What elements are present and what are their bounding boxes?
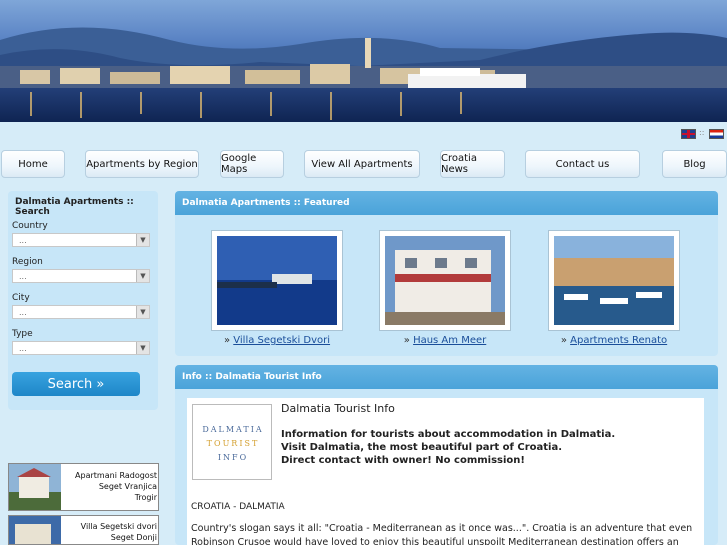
nav-view-all-apartments-button[interactable]: View All Apartments: [304, 150, 420, 178]
featured-link-villa-segetski-dvori[interactable]: Villa Segetski Dvori: [233, 335, 330, 346]
country-select-value: ...: [19, 236, 27, 245]
sea-photo: [217, 236, 337, 325]
featured-caption-1: » Villa Segetski Dvori: [211, 335, 343, 346]
info-intro-line: Direct contact with owner! No commission…: [281, 455, 525, 466]
ad-villa-segetski-dvori[interactable]: Villa Segetski dvori Seget Donji: [8, 515, 159, 545]
building-photo: [385, 236, 505, 325]
ad-location: Seget Vranjica: [98, 482, 157, 491]
ad-apartmani-radogost[interactable]: Apartmani Radogost Seget Vranjica Trogir: [8, 463, 159, 511]
region-select-value: ...: [19, 272, 27, 281]
bullet: »: [560, 335, 567, 346]
featured-link-haus-am-meer[interactable]: Haus Am Meer: [413, 335, 486, 346]
nav-blog-button[interactable]: Blog: [662, 150, 727, 178]
ad-city: Trogir: [134, 493, 157, 502]
featured-panel-title: Dalmatia Apartments :: Featured: [175, 191, 718, 215]
ad-text: Villa Segetski dvori Seget Donji: [63, 521, 157, 543]
nav-google-maps-button[interactable]: Google Maps: [220, 150, 284, 178]
nav-apartments-by-region-button[interactable]: Apartments by Region: [85, 150, 199, 178]
chevron-down-icon: ▼: [136, 234, 149, 246]
type-select[interactable]: ... ▼: [12, 341, 150, 355]
nav-croatia-news-button[interactable]: Croatia News: [440, 150, 505, 178]
croatian-flag-icon[interactable]: [709, 129, 724, 139]
harbor-photo: [554, 236, 674, 325]
chevron-down-icon: ▼: [136, 342, 149, 354]
logo-word-info: INFO: [217, 453, 249, 462]
nav-home-button[interactable]: Home: [1, 150, 65, 178]
nav-contact-us-button[interactable]: Contact us: [525, 150, 640, 178]
english-flag-icon[interactable]: [681, 129, 696, 139]
search-button[interactable]: Search »: [12, 372, 140, 396]
chevron-down-icon: ▼: [136, 270, 149, 282]
type-select-value: ...: [19, 344, 27, 353]
featured-caption-3: » Apartments Renato: [548, 335, 680, 346]
featured-link-apartments-renato[interactable]: Apartments Renato: [570, 335, 667, 346]
city-label: City: [12, 293, 30, 303]
language-strip: [0, 122, 727, 144]
bullet: »: [403, 335, 410, 346]
bullet: »: [223, 335, 231, 346]
region-label: Region: [12, 257, 43, 267]
header-banner: [0, 0, 727, 122]
info-intro-line: Information for tourists about accommoda…: [281, 429, 616, 440]
featured-photo-apartments-renato[interactable]: [548, 230, 680, 331]
dalmatia-tourist-info-logo: DALMATIA TOURIST INFO: [192, 404, 272, 480]
ad-text: Apartmani Radogost Seget Vranjica Trogir: [63, 470, 157, 503]
ad-title: Apartmani Radogost: [75, 471, 157, 480]
ad-title: Villa Segetski dvori: [80, 522, 157, 531]
chevron-down-icon: ▼: [136, 306, 149, 318]
language-separator: ::: [699, 128, 705, 137]
city-select[interactable]: ... ▼: [12, 305, 150, 319]
info-body-text: Country's slogan says it all: "Croatia -…: [191, 523, 693, 545]
featured-photo-haus-am-meer[interactable]: [379, 230, 511, 331]
info-intro-line: Visit Dalmatia, the most beautiful part …: [281, 442, 563, 453]
logo-word-dalmatia: DALMATIA: [202, 425, 264, 434]
house-photo: [9, 464, 61, 510]
region-select[interactable]: ... ▼: [12, 269, 150, 283]
featured-caption-2: » Haus Am Meer: [379, 335, 511, 346]
info-intro: Information for tourists about accommoda…: [281, 428, 615, 467]
villa-photo: [9, 516, 61, 544]
country-label: Country: [12, 221, 48, 231]
split-harbor-photo: [0, 27, 727, 122]
city-select-value: ...: [19, 308, 27, 317]
ad-location: Seget Donji: [110, 533, 157, 542]
search-panel-title: Dalmatia Apartments :: Search: [15, 197, 134, 217]
country-select[interactable]: ... ▼: [12, 233, 150, 247]
featured-photo-villa-segetski-dvori[interactable]: [211, 230, 343, 331]
logo-word-tourist: TOURIST: [206, 439, 260, 448]
type-label: Type: [12, 329, 33, 339]
info-panel-title: Info :: Dalmatia Tourist Info: [175, 365, 718, 389]
info-section-heading: CROATIA - DALMATIA: [191, 502, 285, 512]
info-title: Dalmatia Tourist Info: [281, 402, 395, 415]
